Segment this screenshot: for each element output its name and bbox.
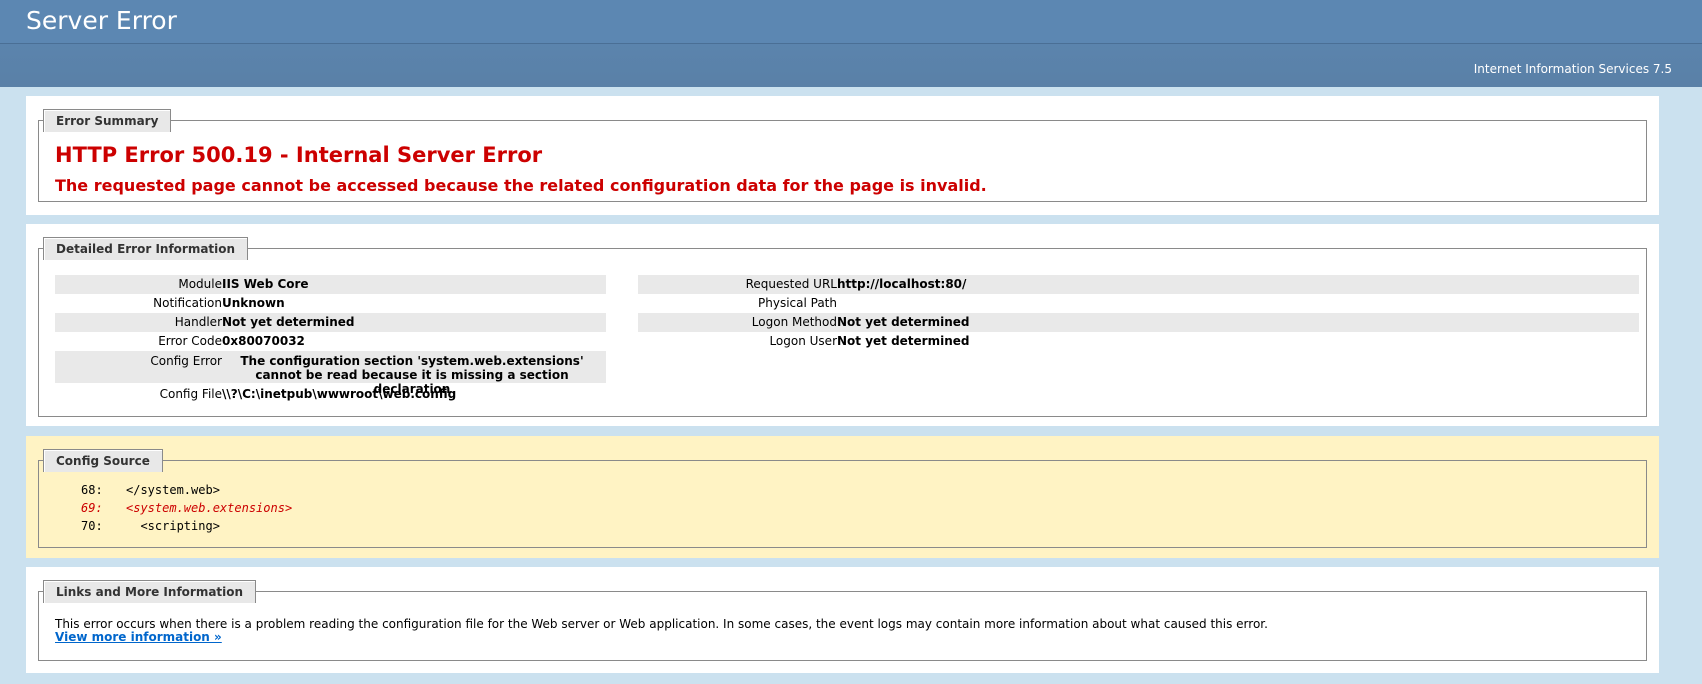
source-line: 70: <scripting> xyxy=(39,519,439,537)
detail-value: Not yet determined xyxy=(837,315,970,329)
error-summary-legend: Error Summary xyxy=(43,109,172,132)
links-box: Links and More Information This error oc… xyxy=(38,580,1647,661)
config-source-box: Config Source 68: </system.web> 69: <sys… xyxy=(38,449,1647,548)
error-subtitle: The requested page cannot be accessed be… xyxy=(55,176,987,195)
detail-label: Error Code xyxy=(158,334,222,348)
detail-label: Requested URL xyxy=(745,277,837,291)
detail-label: Config Error xyxy=(150,354,222,368)
detail-label: Handler xyxy=(174,315,222,329)
detail-value: Unknown xyxy=(222,296,285,310)
error-summary-box: Error Summary HTTP Error 500.19 - Intern… xyxy=(38,109,1647,202)
source-line-code: <scripting> xyxy=(126,519,220,533)
detail-label: Module xyxy=(178,277,222,291)
detail-row-notification: Notification Unknown xyxy=(55,294,606,313)
detail-value: Not yet determined xyxy=(837,334,970,348)
config-source-legend: Config Source xyxy=(43,449,163,472)
detail-row-requested-url: Requested URL http://localhost:80/ xyxy=(638,275,1639,294)
detail-row-module: Module IIS Web Core xyxy=(55,275,606,294)
page-title: Server Error xyxy=(26,6,177,35)
detail-row-error-code: Error Code 0x80070032 xyxy=(55,332,606,351)
detailed-error-panel: Detailed Error Information Module IIS We… xyxy=(26,224,1659,426)
source-line-code: </system.web> xyxy=(126,483,220,497)
detail-row-logon-user: Logon User Not yet determined xyxy=(638,332,1639,351)
detail-label: Logon Method xyxy=(751,315,837,329)
detail-value: 0x80070032 xyxy=(222,334,305,348)
links-legend: Links and More Information xyxy=(43,580,257,603)
source-line-number: 69: xyxy=(81,501,103,515)
server-product-label: Internet Information Services 7.5 xyxy=(1473,62,1672,76)
detail-row-logon-method: Logon Method Not yet determined xyxy=(638,313,1639,332)
detail-row-config-file: Config File \\?\C:\inetpub\wwwroot\web.c… xyxy=(55,385,606,404)
source-line-code: <system.web.extensions> xyxy=(126,501,293,515)
error-title: HTTP Error 500.19 - Internal Server Erro… xyxy=(55,143,543,167)
page-subheader: Internet Information Services 7.5 xyxy=(0,44,1702,87)
detail-row-config-error: Config Error The configuration section '… xyxy=(55,351,606,396)
detail-row-handler: Handler Not yet determined xyxy=(55,313,606,332)
view-more-information-link[interactable]: View more information » xyxy=(55,630,222,644)
detailed-error-box: Detailed Error Information Module IIS We… xyxy=(38,237,1647,417)
detail-value: \\?\C:\inetpub\wwwroot\web.config xyxy=(222,387,457,401)
links-panel: Links and More Information This error oc… xyxy=(26,567,1659,673)
source-line-number: 68: xyxy=(81,483,103,497)
source-line-number: 70: xyxy=(81,519,103,533)
detail-label: Physical Path xyxy=(758,296,837,310)
source-line: 68: </system.web> xyxy=(39,483,439,501)
links-description: This error occurs when there is a proble… xyxy=(55,617,1268,631)
source-line-highlighted: 69: <system.web.extensions> xyxy=(39,501,439,519)
detail-value: http://localhost:80/ xyxy=(837,277,967,291)
detail-value: Not yet determined xyxy=(222,315,355,329)
detail-label: Logon User xyxy=(769,334,837,348)
detailed-error-legend: Detailed Error Information xyxy=(43,237,249,260)
page-header: Server Error xyxy=(0,0,1702,44)
detail-row-physical-path: Physical Path xyxy=(638,294,1639,313)
config-source-panel: Config Source 68: </system.web> 69: <sys… xyxy=(26,436,1659,558)
detail-value: IIS Web Core xyxy=(222,277,309,291)
detail-label: Notification xyxy=(153,296,222,310)
detail-label: Config File xyxy=(159,387,222,401)
error-summary-panel: Error Summary HTTP Error 500.19 - Intern… xyxy=(26,96,1659,215)
